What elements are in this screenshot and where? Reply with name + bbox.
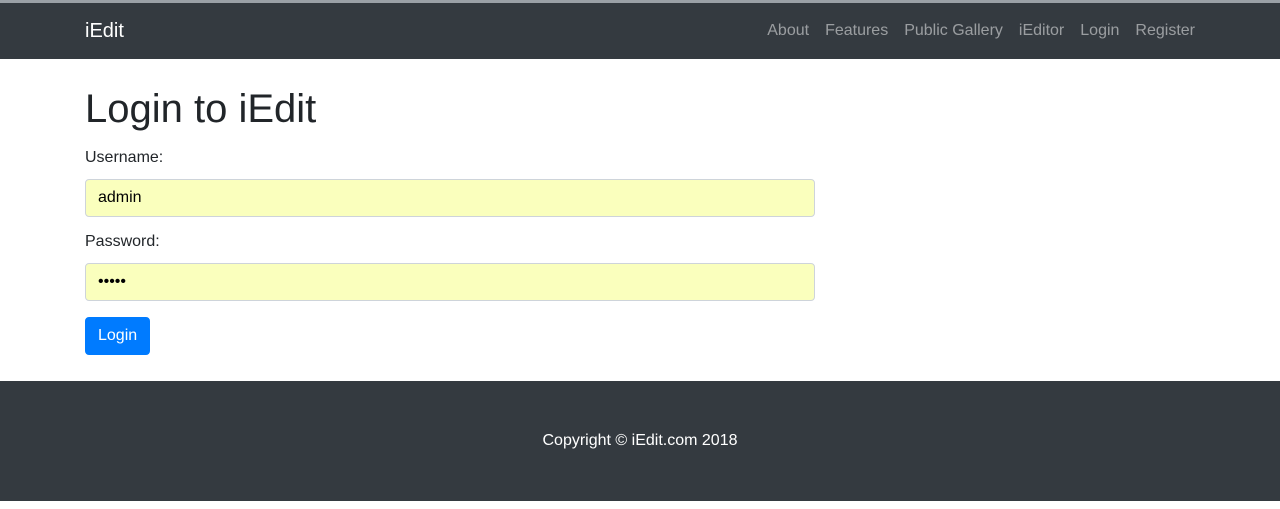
nav-login[interactable]: Login [1072, 3, 1127, 59]
footer: Copyright © iEdit.com 2018 [0, 381, 1280, 501]
password-label: Password: [85, 233, 160, 250]
copyright-text: Copyright © iEdit.com 2018 [542, 432, 738, 449]
nav-register[interactable]: Register [1127, 3, 1203, 59]
brand-link[interactable]: iEdit [85, 20, 124, 43]
nav-ieditor[interactable]: iEditor [1011, 3, 1072, 59]
nav-links: About Features Public Gallery iEditor Lo… [759, 3, 1195, 59]
username-input[interactable] [85, 179, 815, 217]
username-label: Username: [85, 149, 164, 166]
page-title: Login to iEdit [85, 87, 317, 131]
nav-features[interactable]: Features [817, 3, 896, 59]
main-content: Login to iEdit Username: Password: Login [0, 85, 1280, 355]
nav-about[interactable]: About [759, 3, 817, 59]
nav-public-gallery[interactable]: Public Gallery [896, 3, 1011, 59]
password-input[interactable] [85, 263, 815, 301]
login-button[interactable]: Login [85, 317, 151, 355]
login-form: Username: Password: Login [85, 149, 1195, 355]
navbar: iEdit About Features Public Gallery iEdi… [0, 3, 1280, 59]
